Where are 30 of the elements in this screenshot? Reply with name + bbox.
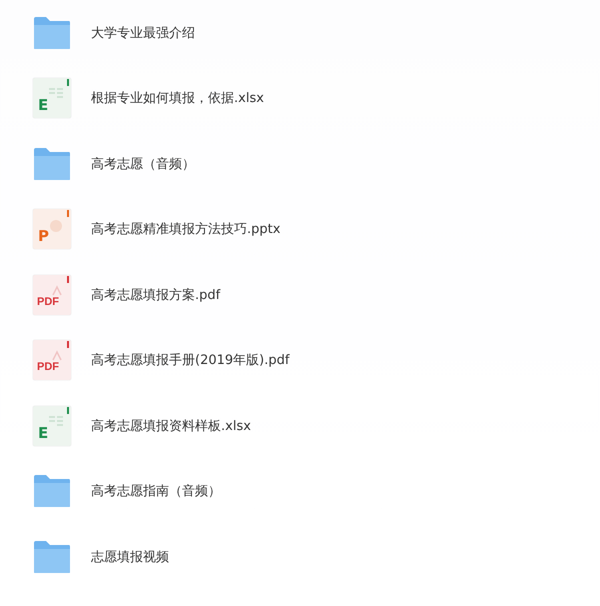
folder-icon [33, 146, 71, 181]
file-name: 根据专业如何填报，依据.xlsx [91, 90, 264, 108]
file-item[interactable]: PDF 高考志愿填报方案.pdf [33, 262, 600, 328]
file-type-label: PDF [37, 362, 59, 374]
file-item[interactable]: 高考志愿指南（音频） [33, 458, 600, 524]
file-item[interactable]: PDF 高考志愿填报手册(2019年版).pdf [33, 328, 600, 393]
file-item[interactable]: 大学专业最强介绍 [33, 0, 600, 66]
folder-icon [33, 16, 71, 50]
file-item[interactable]: E 高考志愿填报资料样板.xlsx [33, 393, 600, 458]
file-name: 高考志愿（音频） [91, 156, 195, 173]
file-item[interactable]: 志愿填报视频 [33, 524, 600, 590]
file-name: 高考志愿填报手册(2019年版).pdf [91, 352, 290, 370]
file-name: 志愿填报视频 [91, 548, 169, 566]
file-name: 高考志愿指南（音频） [91, 483, 221, 500]
file-item[interactable]: E 根据专业如何填报，依据.xlsx [33, 66, 600, 131]
file-name: 大学专业最强介绍 [91, 24, 195, 42]
file-item[interactable]: 高考志愿（音频） [33, 131, 600, 196]
file-name: 高考志愿精准填报方法技巧.pptx [91, 221, 280, 238]
folder-icon [33, 474, 71, 508]
grid-icon [49, 88, 63, 98]
file-type-label: E [38, 426, 48, 441]
folder-icon [33, 540, 71, 574]
grid-icon [49, 416, 63, 426]
file-name: 高考志愿填报资料样板.xlsx [91, 418, 251, 435]
file-type-label: E [38, 98, 48, 114]
file-type-label: P [38, 229, 49, 244]
file-type-label: PDF [37, 296, 59, 308]
file-name: 高考志愿填报方案.pdf [91, 286, 220, 304]
circle-icon [49, 219, 63, 234]
file-item[interactable]: P 高考志愿精准填报方法技巧.pptx [33, 196, 600, 262]
